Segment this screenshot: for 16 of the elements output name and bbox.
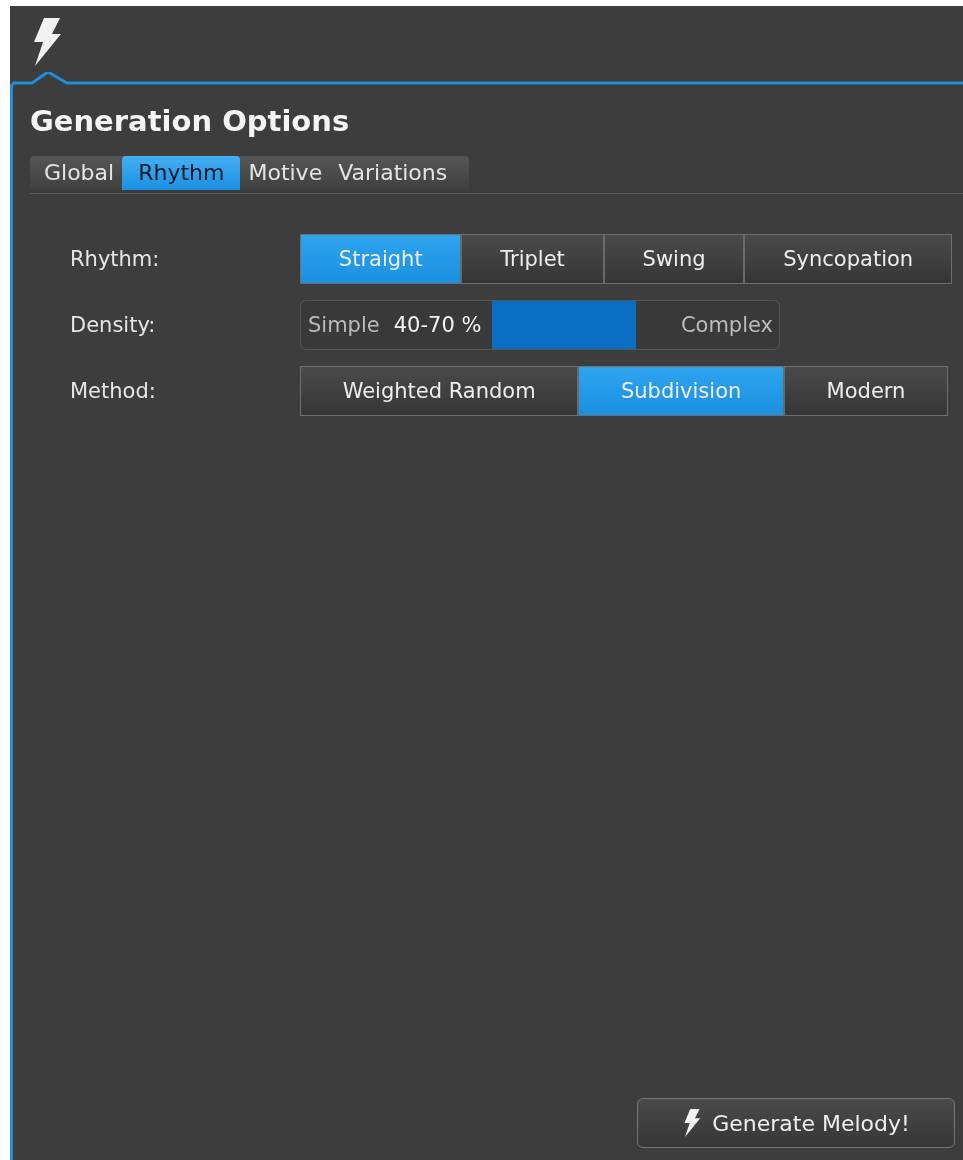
segment-button[interactable]: Swing — [602, 235, 744, 283]
tab[interactable]: Variations — [330, 156, 456, 190]
generate-button[interactable]: Generate Melody! — [637, 1098, 955, 1148]
field-label: Density: — [69, 313, 157, 337]
tab[interactable]: Global — [30, 156, 123, 190]
lightning-icon — [32, 18, 62, 66]
segment-button[interactable]: Weighted Random — [301, 367, 578, 415]
field-label: Rhythm: — [69, 247, 161, 271]
field-label: Method: — [69, 379, 157, 403]
tab[interactable]: Motive — [240, 156, 331, 190]
panel-title: Generation Options — [29, 103, 351, 140]
segment-button[interactable]: Triplet — [460, 235, 603, 283]
segment-button[interactable]: Syncopation — [743, 235, 951, 283]
tab[interactable]: Rhythm — [122, 156, 241, 190]
lightning-icon — [682, 1109, 703, 1137]
segment-button[interactable]: Modern — [782, 367, 947, 415]
